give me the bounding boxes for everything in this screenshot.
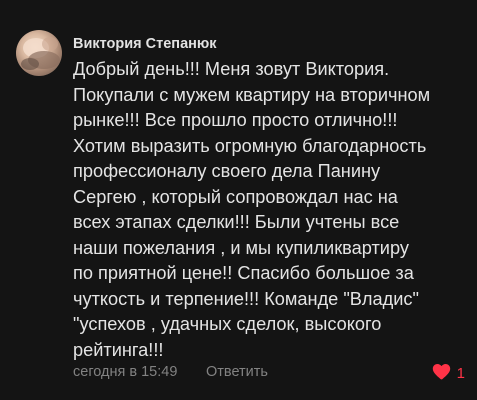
comment-text-line: наши пожелания , и мы купиликвартиру	[73, 237, 409, 258]
comment-text-line: Покупали с мужем квартиру на вторичном	[73, 84, 431, 105]
comment-text-line: Хотим выразить огромную благодарность	[73, 135, 427, 156]
comment-body: Виктория Степанюк Добрый день!!! Меня зо…	[73, 35, 473, 363]
author-name[interactable]: Виктория Степанюк	[73, 35, 473, 53]
like-count: 1	[456, 364, 465, 382]
comment-text-line: профессионалу своего дела Панину	[73, 161, 381, 181]
comment: Виктория Степанюк Добрый день!!! Меня зо…	[0, 0, 477, 400]
comment-text: Добрый день!!! Меня зовут Виктория. Поку…	[73, 57, 473, 363]
comment-text-line: "успехов , удачных сделок, высокого	[73, 314, 382, 334]
heart-icon	[432, 363, 451, 384]
reply-button[interactable]: Ответить	[206, 364, 268, 380]
comment-text-line: рейтинга!!!	[73, 339, 164, 360]
like-button[interactable]: 1	[432, 362, 465, 384]
avatar-photo	[21, 37, 60, 70]
comment-text-line: Сергею , который сопровождал нас на	[73, 186, 398, 207]
comment-text-line: всех этапах сделки!!! Были учтены все	[73, 212, 400, 232]
comment-text-line: Добрый день!!! Меня зовут Виктория.	[73, 59, 390, 79]
comment-text-line: чуткость и терпение!!! Команде "Владис"	[73, 288, 419, 309]
comment-text-line: по приятной цене!! Спасибо большое за	[73, 263, 414, 283]
avatar[interactable]	[16, 30, 62, 76]
comment-footer: сегодня в 15:49 Ответить 1	[73, 362, 465, 384]
comment-text-line: рынке!!! Все прошло просто отлично!!!	[73, 110, 398, 130]
comment-timestamp: сегодня в 15:49	[73, 364, 178, 380]
